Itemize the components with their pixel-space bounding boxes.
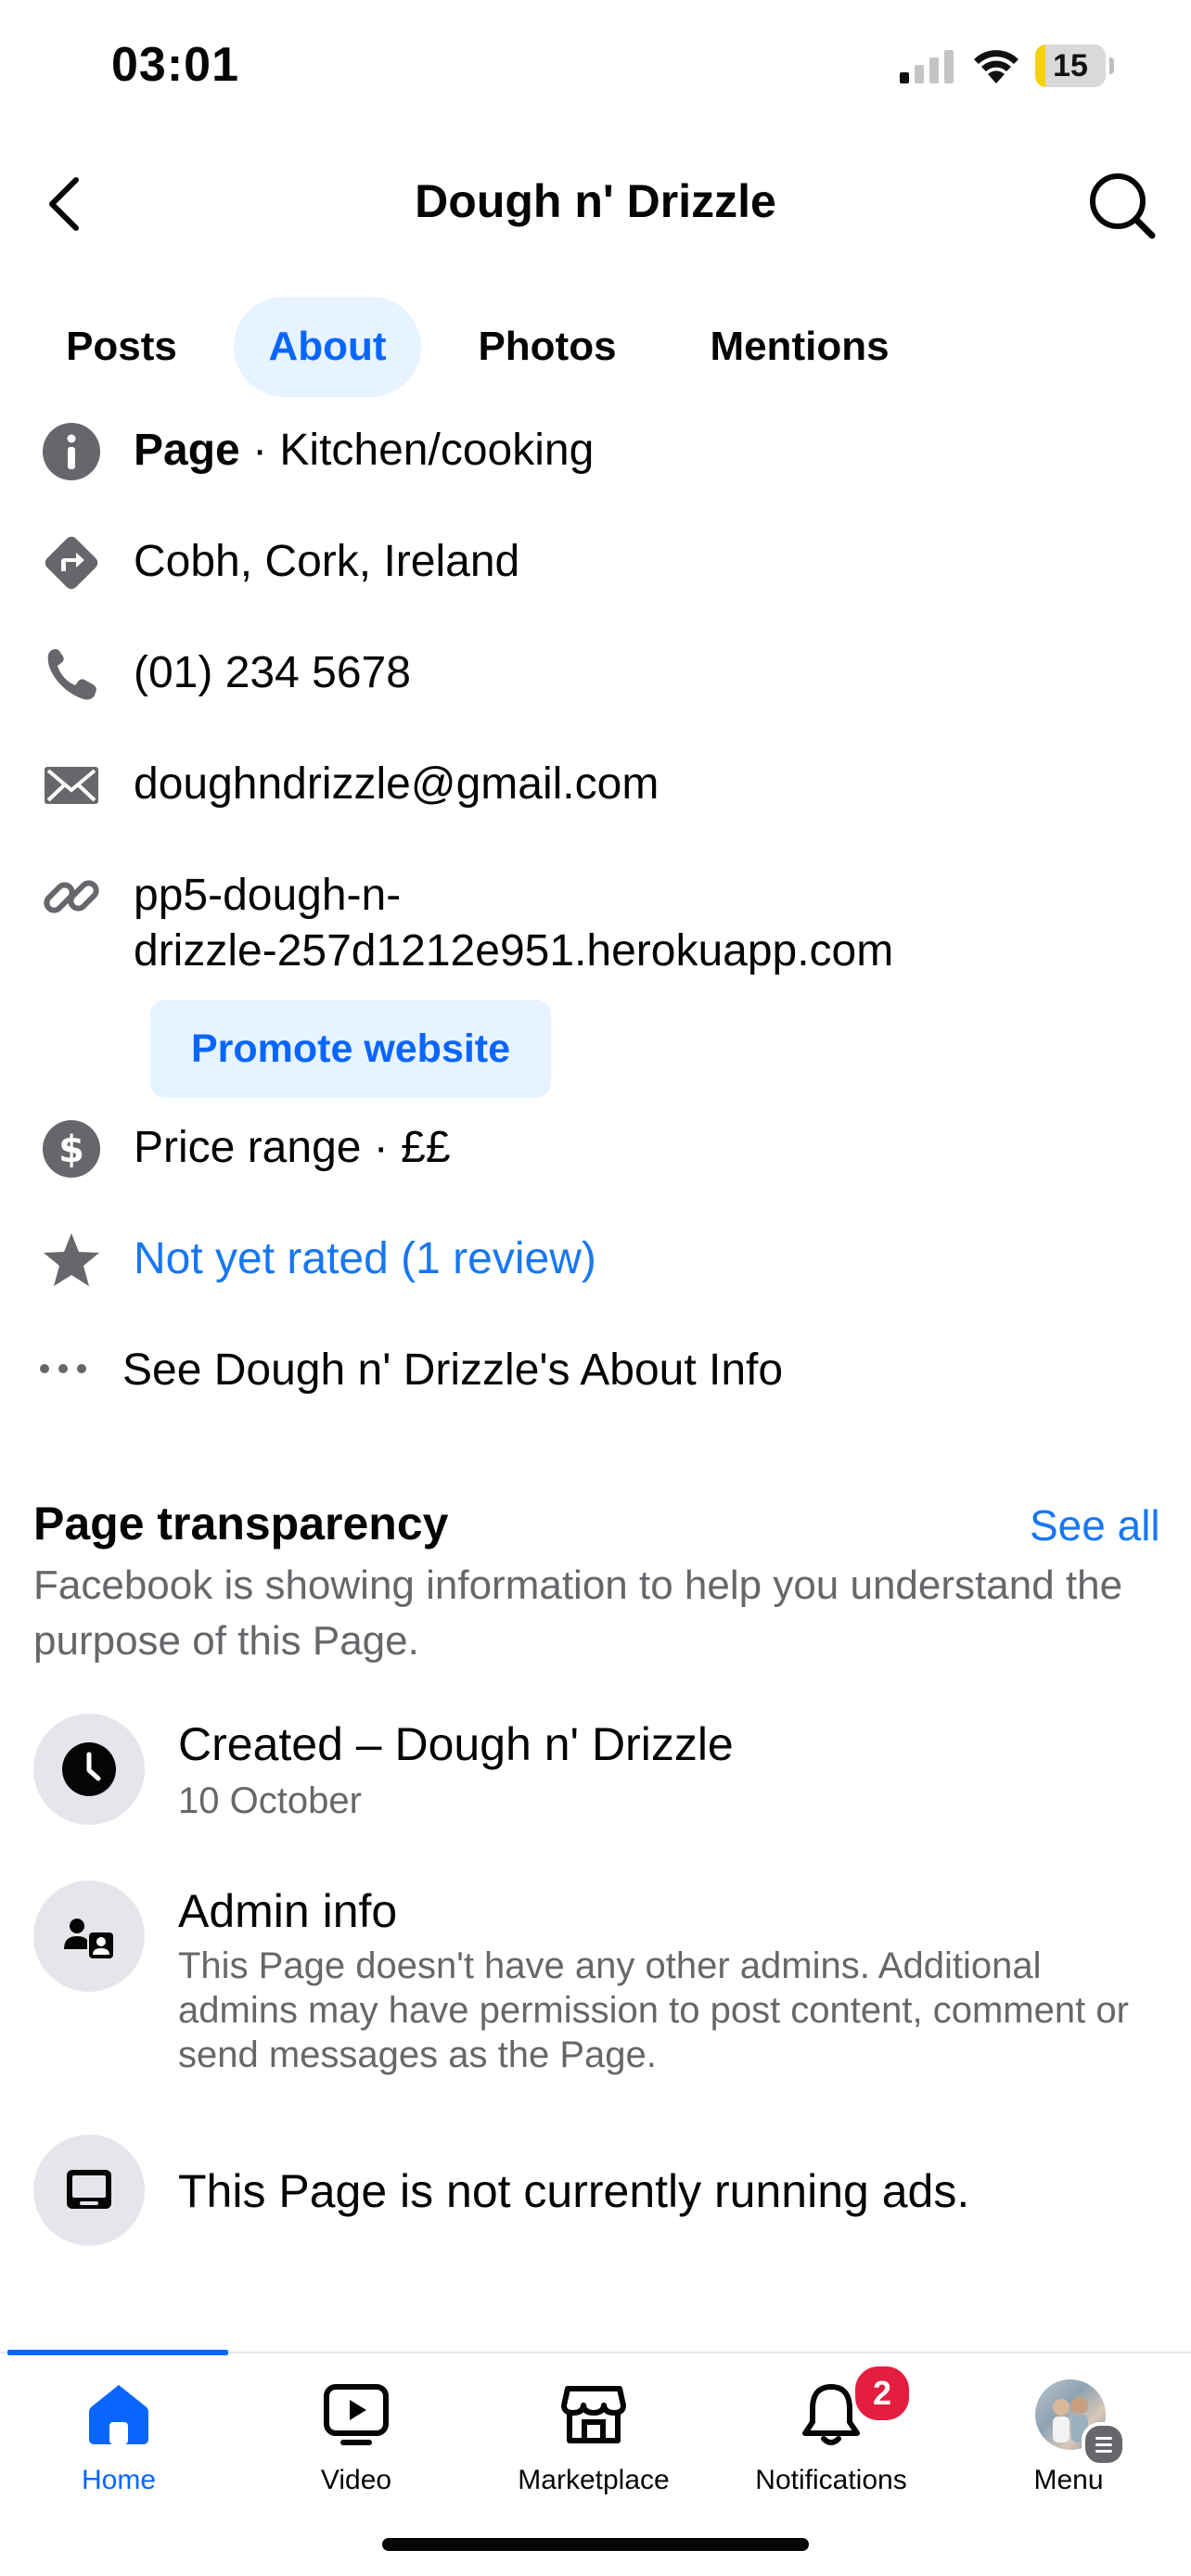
home-icon [85, 2381, 152, 2448]
admin-info-title: Admin info [178, 1885, 398, 1937]
page-title: Dough n' Drizzle [415, 175, 776, 227]
nav-marketplace-label: Marketplace [518, 2465, 670, 2495]
nav-home[interactable]: Home [0, 2370, 237, 2519]
search-button[interactable] [1087, 167, 1158, 241]
price-range: Price range · ££ [134, 1123, 451, 1172]
svg-text:$: $ [58, 1129, 84, 1171]
section-description: Facebook is showing information to help … [33, 1562, 1123, 1664]
phone-icon [41, 644, 102, 705]
nav-marketplace[interactable]: Marketplace [475, 2370, 712, 2519]
website-line-1: pp5-dough-n- [134, 871, 402, 920]
ads-status: This Page is not currently running ads. [178, 2165, 970, 2217]
nav-home-label: Home [81, 2465, 157, 2495]
admin-info-description: This Page doesn't have any other admins.… [178, 1945, 1129, 2075]
info-icon [41, 421, 102, 482]
link-icon [41, 866, 102, 927]
ads-icon [33, 2135, 145, 2246]
see-about-info-link[interactable]: See Dough n' Drizzle's About Info [122, 1343, 783, 1398]
created-title: Created – Dough n' Drizzle [178, 1718, 734, 1770]
clock-icon [33, 1714, 145, 1825]
search-icon [1090, 173, 1156, 239]
tab-posts[interactable]: Posts [33, 297, 210, 397]
website-line-2: drizzle-257d1212e951.herokuapp.com [134, 926, 894, 976]
nav-notifications-label: Notifications [755, 2465, 907, 2495]
nav-menu-label: Menu [1033, 2465, 1104, 2495]
category-label: · Kitchen/cooking [239, 426, 595, 475]
created-date: 10 October [178, 1780, 362, 1821]
website-link[interactable]: pp5-dough-n- drizzle-257d1212e951.heroku… [134, 868, 893, 979]
directions-icon [41, 532, 102, 593]
star-icon [41, 1230, 102, 1291]
phone-number[interactable]: (01) 234 5678 [134, 645, 411, 701]
page-category: Page · Kitchen/cooking [134, 423, 594, 478]
nav-video[interactable]: Video [237, 2370, 475, 2519]
video-icon [323, 2381, 390, 2448]
battery-level: 15 [1053, 48, 1088, 83]
wifi-icon [972, 46, 1020, 85]
nav-menu[interactable]: Menu [950, 2370, 1187, 2519]
rating-link[interactable]: Not yet rated (1 review) [134, 1231, 596, 1287]
nav-video-label: Video [320, 2465, 392, 2495]
tab-photos[interactable]: Photos [445, 297, 649, 397]
page-type: Page [134, 426, 240, 475]
section-title: Page transparency [33, 1498, 449, 1549]
battery-icon: 15 [1035, 45, 1114, 87]
more-dots-icon [37, 1359, 89, 1378]
location-text[interactable]: Cobh, Cork, Ireland [134, 534, 519, 590]
admin-icon [33, 1881, 145, 1992]
email-address[interactable]: doughndrizzle@gmail.com [134, 757, 659, 812]
home-indicator [382, 2538, 809, 2551]
dollar-icon: $ [41, 1118, 102, 1180]
cellular-signal-icon [898, 50, 955, 83]
promote-website-button[interactable]: Promote website [150, 1000, 551, 1098]
marketplace-icon [560, 2381, 627, 2448]
tab-mentions[interactable]: Mentions [673, 297, 926, 397]
email-icon [41, 755, 102, 816]
tab-about[interactable]: About [234, 297, 421, 397]
active-tab-indicator [7, 2350, 228, 2355]
menu-icon [1082, 2422, 1126, 2467]
see-all-link[interactable]: See all [1030, 1500, 1160, 1550]
status-time: 03:01 [111, 38, 239, 92]
notifications-badge: 2 [852, 2363, 913, 2424]
nav-notifications[interactable]: 2 Notifications [712, 2363, 950, 2519]
